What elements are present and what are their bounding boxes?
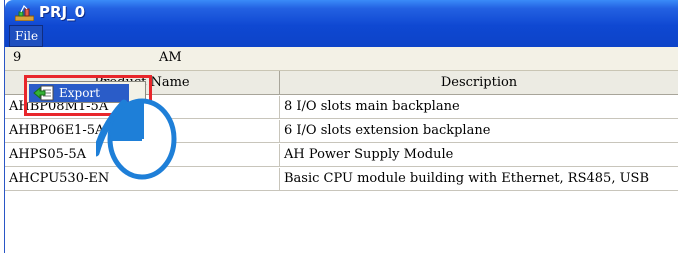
title-bar[interactable]: PRJ_0 File <box>5 0 678 47</box>
window-title: PRJ_0 <box>39 3 86 21</box>
description-cell: AH Power Supply Module <box>280 144 678 167</box>
export-arrow-icon <box>33 85 54 101</box>
menu-bar: File <box>9 25 678 47</box>
info-text-right: AM <box>159 50 182 65</box>
info-text-left: 9 <box>13 50 22 65</box>
info-row: 9 AM <box>5 47 678 71</box>
description-cell: 6 I/O slots extension backplane <box>280 120 678 143</box>
column-header-description[interactable]: Description <box>280 71 678 95</box>
network-tree-icon <box>15 5 34 21</box>
description-cell: Basic CPU module building with Ethernet,… <box>280 168 678 191</box>
description-cell: 8 I/O slots main backplane <box>280 96 678 119</box>
export-label: Export <box>59 86 100 100</box>
mouse-left-click-icon <box>96 98 177 180</box>
file-menu[interactable]: File <box>9 25 43 47</box>
